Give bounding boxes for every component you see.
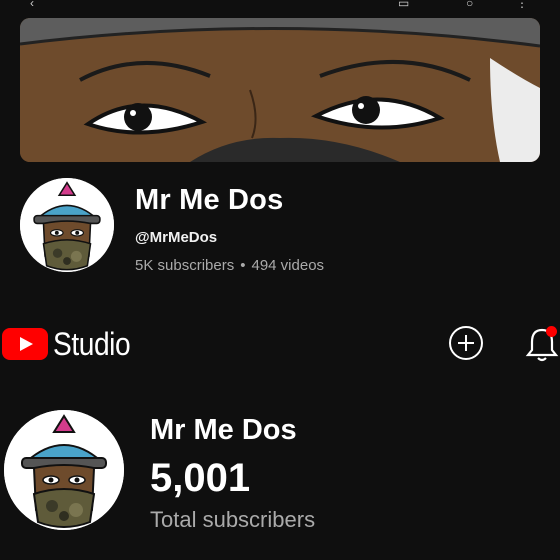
create-button[interactable] bbox=[449, 326, 483, 360]
search-icon[interactable]: ○ bbox=[466, 0, 473, 10]
video-count: 494 videos bbox=[251, 257, 325, 274]
youtube-play-icon bbox=[2, 328, 48, 360]
channel-avatar[interactable] bbox=[20, 178, 114, 272]
total-subscriber-count: 5,001 bbox=[150, 456, 251, 500]
cast-icon[interactable]: ▭ bbox=[398, 0, 409, 10]
channel-stats: 5K subscribers • 494 videos bbox=[135, 257, 324, 274]
studio-logo-text: Studio bbox=[53, 325, 131, 362]
channel-banner bbox=[20, 18, 540, 162]
notifications-button[interactable] bbox=[524, 324, 560, 364]
back-icon[interactable]: ‹ bbox=[30, 0, 34, 10]
studio-channel-avatar[interactable] bbox=[4, 410, 124, 530]
channel-handle: @MrMeDos bbox=[135, 229, 218, 246]
stats-separator: • bbox=[240, 257, 246, 274]
total-subscribers-label: Total subscribers bbox=[150, 507, 316, 532]
subscriber-count: 5K subscribers bbox=[135, 257, 235, 274]
more-icon[interactable]: ⋮ bbox=[516, 0, 528, 10]
studio-avatar-illustration bbox=[4, 410, 124, 530]
channel-name: Mr Me Dos bbox=[135, 184, 284, 216]
notification-badge bbox=[546, 326, 557, 337]
youtube-studio-logo[interactable]: Studio bbox=[2, 326, 141, 362]
studio-channel-name: Mr Me Dos bbox=[150, 414, 297, 446]
banner-face-illustration bbox=[20, 18, 540, 162]
status-bar: ‹ ▭ ○ ⋮ bbox=[0, 0, 560, 10]
avatar-illustration bbox=[20, 178, 114, 272]
